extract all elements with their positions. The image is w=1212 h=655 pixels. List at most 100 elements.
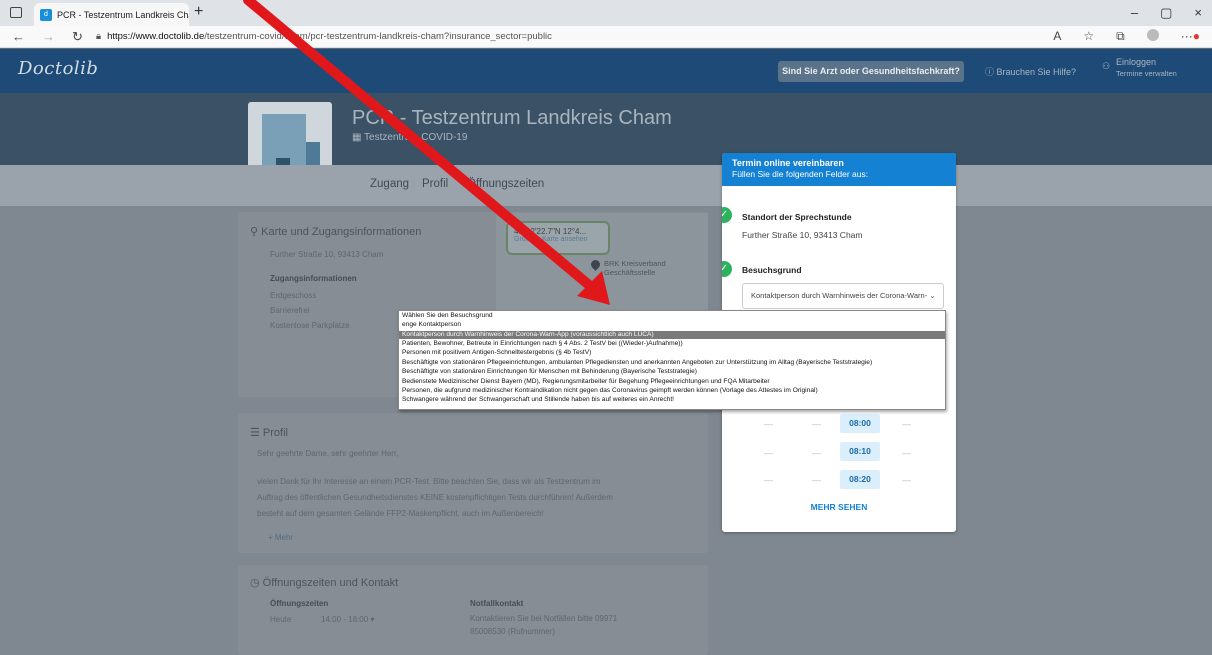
time-slot[interactable]: 08:00 [840, 414, 880, 433]
access-heading: ⚲ Karte und Zugangsinformationen [250, 225, 421, 238]
login-link[interactable]: ⚇ Einloggen Termine verwalten [1102, 57, 1177, 79]
dropdown-option[interactable]: Beschäftigte von stationären Einrichtung… [399, 368, 945, 376]
collections-icon[interactable]: ⧉ [1116, 29, 1125, 44]
dropdown-option[interactable]: Beschäftigte von stationären Pflegeeinri… [399, 359, 945, 367]
dropdown-option[interactable]: Patienten, Bewohner, Betreute in Einrich… [399, 340, 945, 348]
doctolib-favicon-icon: d [40, 8, 52, 21]
map-poi-sub: Geschäftsstelle [604, 268, 656, 277]
back-arrow-icon[interactable]: ← [12, 29, 25, 44]
new-tab-button[interactable]: + [194, 3, 203, 21]
help-link[interactable]: ⓘ Brauchen Sie Hilfe? [985, 65, 1076, 78]
doctolib-logo[interactable]: Doctolib [18, 58, 98, 79]
empty-slot: — [812, 419, 821, 429]
more-slots-button[interactable]: MEHR SEHEN [722, 502, 956, 512]
practice-subtitle-text: Testzentrum COVID-19 [364, 132, 468, 143]
emergency-text: 85008530 (Rufnummer) [470, 627, 555, 636]
hours-heading-text: Öffnungszeiten und Kontakt [262, 577, 399, 589]
booking-header: Termin online vereinbaren Füllen Sie die… [722, 153, 956, 186]
forward-arrow-icon[interactable]: → [42, 29, 55, 44]
map-coordinates: 49°12'22.7"N 12°4... [514, 227, 587, 236]
location-label: Standort der Sprechstunde [742, 212, 852, 222]
url-domain: https://www.doctolib.de [107, 31, 205, 42]
profile-icon: ☰ [250, 427, 263, 439]
practice-subtitle: ▦ Testzentrum COVID-19 [352, 132, 467, 143]
map-poi: BRK Kreisverband Geschäftsstelle [604, 259, 666, 277]
pro-button[interactable]: Sind Sie Arzt oder Gesundheitsfachkraft? [778, 61, 964, 82]
map-poi-name: BRK Kreisverband [604, 259, 666, 268]
reason-label: Besuchsgrund [742, 265, 802, 275]
tab-oeffnungszeiten[interactable]: Öffnungszeiten [467, 178, 544, 190]
time-slot[interactable]: 08:10 [840, 442, 880, 461]
hours-heading: ◷ Öffnungszeiten und Kontakt [250, 576, 398, 589]
profile-heading-text: Profil [262, 427, 288, 439]
empty-slot: — [812, 475, 821, 485]
help-label: Brauchen Sie Hilfe? [996, 67, 1077, 77]
dropdown-option-selected[interactable]: Kontaktperson durch Warnhinweis der Coro… [399, 331, 945, 339]
window-controls: – ▢ × [1131, 5, 1202, 21]
dropdown-option[interactable]: Schwangere während der Schwangerschaft u… [399, 396, 945, 404]
read-aloud-icon[interactable]: A [1053, 29, 1061, 44]
site-header: Doctolib Sind Sie Arzt oder Gesundheitsf… [0, 49, 1212, 93]
lock-icon: 🔒︎ [96, 31, 102, 42]
reason-dropdown-list: Wählen Sie den Besuchsgrund enge Kontakt… [398, 310, 946, 410]
tab-zugang[interactable]: Zugang [370, 178, 409, 190]
clinic-icon: ▦ [352, 132, 365, 143]
profile-text: besteht auf dem gesamten Gelände FFP2-Ma… [257, 509, 544, 518]
check-icon: ✓ [722, 261, 732, 277]
access-heading-text: Karte und Zugangsinformationen [261, 226, 422, 238]
tab-profil[interactable]: Profil [422, 178, 448, 190]
practice-title: PCR - Testzentrum Landkreis Cham [352, 107, 672, 129]
url-field[interactable]: 🔒︎ https://www.doctolib.de/testzentrum-c… [96, 28, 1056, 45]
empty-slot: — [902, 419, 911, 429]
access-info-heading: Zugangsinformationen [270, 274, 357, 283]
login-label: Einloggen [1116, 57, 1157, 67]
empty-slot: — [764, 419, 773, 429]
location-pin-icon: ⚲ [250, 226, 262, 238]
empty-slot: — [902, 475, 911, 485]
dropdown-option[interactable]: Personen mit positivem Antigen-Schnellte… [399, 349, 945, 357]
emergency-label: Notfallkontakt [470, 599, 524, 608]
settings-menu-icon[interactable]: ···● [1181, 29, 1200, 44]
login-sub: Termine verwalten [1116, 69, 1177, 78]
reload-icon[interactable]: ↻ [72, 29, 83, 45]
browser-tab[interactable]: d PCR - Testzentrum Landkreis Cha × [34, 3, 189, 26]
reason-select[interactable]: Kontaktperson durch Warnhinweis der Coro… [742, 283, 944, 309]
booking-title: Termin online vereinbaren [732, 158, 844, 168]
dropdown-option[interactable]: enge Kontaktperson [399, 321, 945, 329]
profile-greeting: Sehr geehrte Dame, sehr geehrter Herr, [257, 449, 399, 458]
url-path: /testzentrum-covid/cham/pcr-testzentrum-… [204, 31, 552, 42]
tab-actions-icon[interactable] [10, 7, 22, 18]
browser-tab-bar: d PCR - Testzentrum Landkreis Cha × + – … [0, 0, 1212, 26]
profile-more-link[interactable]: + Mehr [268, 533, 293, 542]
access-address: Further Straße 10, 93413 Cham [270, 250, 384, 259]
profile-text: Auftrag des öffentlichen Gesundheitsdien… [257, 493, 613, 502]
dropdown-option[interactable]: Wählen Sie den Besuchsgrund [399, 312, 945, 320]
chevron-down-icon: ⌄ [929, 291, 936, 300]
maximize-button[interactable]: ▢ [1160, 5, 1172, 21]
location-value: Further Straße 10, 93413 Cham [742, 230, 863, 240]
access-item: Erdgeschoss [270, 291, 317, 300]
dropdown-option[interactable]: Bedienstete Medizinischer Dienst Bayern … [399, 378, 945, 386]
user-icon: ⚇ [1102, 61, 1111, 71]
time-slot[interactable]: 08:20 [840, 470, 880, 489]
empty-slot: — [764, 475, 773, 485]
clock-icon: ◷ [250, 577, 263, 589]
empty-slot: — [764, 448, 773, 458]
hours-today-label: Heute [270, 615, 292, 624]
empty-slot: — [812, 448, 821, 458]
hours-label: Öffnungszeiten [270, 599, 329, 608]
dropdown-option[interactable]: Personen, die aufgrund medizinischer Kon… [399, 387, 945, 395]
tab-title: PCR - Testzentrum Landkreis Cha [57, 9, 189, 20]
map-info-bubble: 49°12'22.7"N 12°4... Größere Karte anseh… [506, 221, 610, 255]
hours-today-value[interactable]: 14:00 - 18:00 ▾ [321, 615, 374, 624]
profile-text: vielen Dank für Ihr Interesse an einem P… [257, 477, 601, 486]
emergency-text: Kontaktieren Sie bei Notfällen bitte 099… [470, 614, 618, 623]
help-icon: ⓘ [985, 67, 997, 77]
map-larger-link[interactable]: Größere Karte ansehen [514, 236, 602, 243]
favorites-icon[interactable]: ☆ [1083, 29, 1094, 44]
profile-avatar-icon[interactable] [1146, 29, 1159, 41]
reason-select-value: Kontaktperson durch Warnhinweis der Coro… [751, 291, 928, 300]
address-bar-row: ← → ↻ 🔒︎ https://www.doctolib.de/testzen… [0, 26, 1212, 48]
minimize-button[interactable]: – [1131, 5, 1138, 21]
close-window-button[interactable]: × [1194, 5, 1202, 21]
